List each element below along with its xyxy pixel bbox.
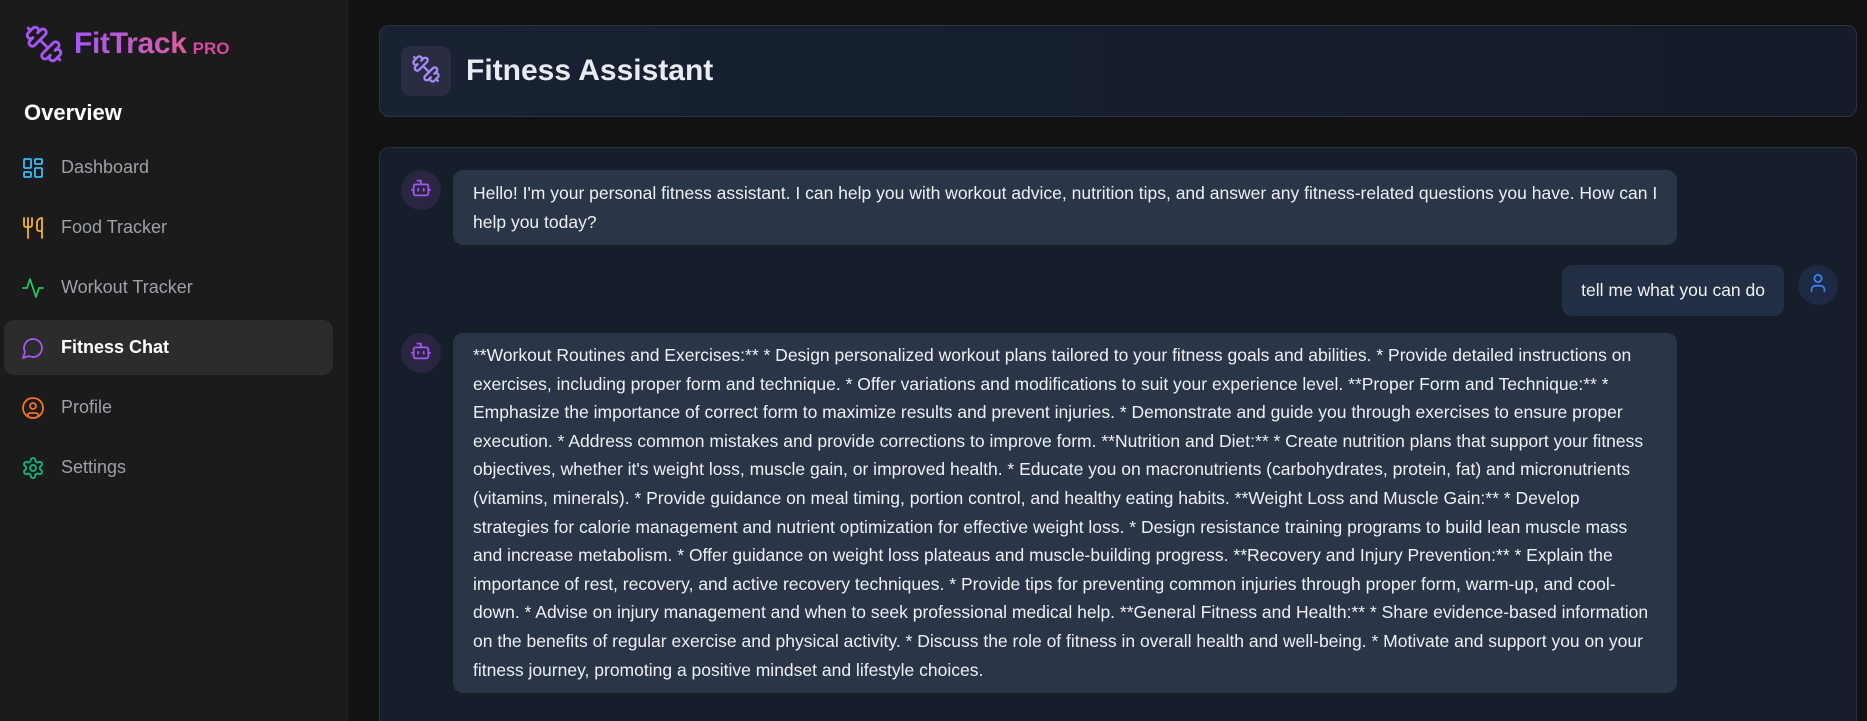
- sidebar-item-profile[interactable]: Profile: [4, 380, 333, 435]
- sidebar-item-workout-tracker[interactable]: Workout Tracker: [4, 260, 333, 315]
- chat-panel[interactable]: Hello! I'm your personal fitness assista…: [379, 147, 1857, 721]
- chat-bubble-icon: [20, 335, 46, 361]
- sidebar-item-label: Fitness Chat: [61, 337, 170, 357]
- sidebar-item-label: Workout Tracker: [61, 277, 193, 297]
- sidebar-item-settings[interactable]: Settings: [4, 440, 333, 495]
- page-title: Fitness Assistant: [466, 54, 714, 87]
- sidebar: FitTrack PRO Overview Dashboard Food Tra…: [0, 0, 348, 721]
- sidebar-nav: Dashboard Food Tracker Workout Tracker F…: [4, 140, 333, 500]
- sidebar-item-food-tracker[interactable]: Food Tracker: [4, 200, 333, 255]
- sidebar-item-label: Dashboard: [61, 157, 150, 177]
- user-icon: [1807, 272, 1829, 299]
- user-avatar: [1798, 265, 1838, 305]
- page-header: Fitness Assistant: [379, 25, 1857, 117]
- sidebar-item-label: Settings: [61, 457, 127, 477]
- gear-icon: [20, 455, 46, 481]
- chat-bubble: Hello! I'm your personal fitness assista…: [453, 170, 1677, 246]
- utensils-icon: [20, 215, 46, 241]
- brand-badge: PRO: [192, 39, 230, 58]
- bot-avatar: [401, 333, 441, 373]
- sidebar-item-dashboard[interactable]: Dashboard: [4, 140, 333, 195]
- sidebar-item-label: Food Tracker: [61, 217, 168, 237]
- header-icon-box: [401, 46, 451, 96]
- chat-bubble-user: tell me what you can do: [1562, 265, 1784, 316]
- chat-message-assistant: Hello! I'm your personal fitness assista…: [401, 170, 1677, 246]
- brand-name: FitTrack: [74, 27, 187, 60]
- chat-message-assistant: **Workout Routines and Exercises:** * De…: [401, 333, 1677, 694]
- brand[interactable]: FitTrack PRO: [24, 24, 230, 64]
- activity-icon: [20, 275, 46, 301]
- dumbbell-logo-icon: [24, 24, 64, 64]
- sidebar-section-title: Overview: [24, 100, 122, 125]
- bot-icon: [410, 177, 432, 204]
- dumbbell-icon: [411, 54, 441, 89]
- sidebar-item-label: Profile: [61, 397, 113, 417]
- chat-message-user: tell me what you can do: [1562, 265, 1838, 316]
- dashboard-icon: [20, 155, 46, 181]
- sidebar-item-fitness-chat[interactable]: Fitness Chat: [4, 320, 333, 375]
- chat-bubble: **Workout Routines and Exercises:** * De…: [453, 333, 1677, 694]
- user-circle-icon: [20, 395, 46, 421]
- bot-avatar: [401, 170, 441, 210]
- bot-icon: [410, 340, 432, 367]
